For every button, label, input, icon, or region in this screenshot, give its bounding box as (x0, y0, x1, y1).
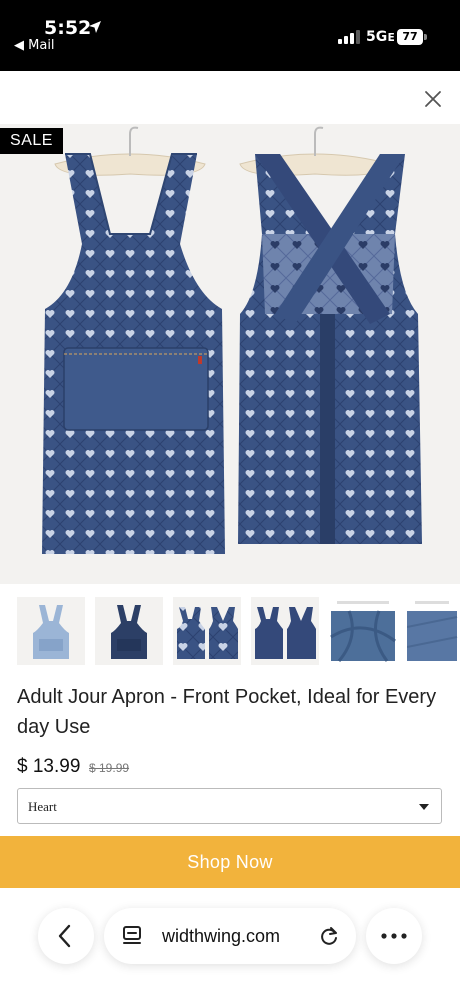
more-options-button[interactable] (366, 908, 422, 964)
reload-icon[interactable] (318, 925, 340, 947)
close-icon[interactable] (422, 88, 444, 110)
sale-badge: SALE (0, 128, 63, 154)
thumbnail-6[interactable] (407, 597, 460, 665)
product-title: Adult Jour Apron - Front Pocket, Ideal f… (17, 686, 437, 738)
location-arrow-icon (89, 21, 101, 33)
chevron-left-icon (58, 924, 71, 948)
battery-tip (424, 34, 427, 40)
thumbnail-1[interactable] (17, 597, 85, 665)
address-bar[interactable]: widthwing.com (104, 908, 356, 964)
clock-time: 5:52 (44, 17, 92, 39)
variant-dropdown[interactable]: Heart (17, 788, 442, 824)
battery-icon: 77 (397, 29, 423, 45)
variant-selected-value: Heart (28, 799, 57, 814)
browser-toolbar: widthwing.com (0, 888, 460, 1000)
shop-now-button[interactable]: Shop Now (0, 836, 460, 888)
thumbnail-strip (17, 597, 460, 665)
product-main-image[interactable] (0, 124, 460, 584)
thumbnail-4[interactable] (251, 597, 319, 665)
more-dots-icon (381, 933, 407, 939)
product-price: $ 13.99 (17, 756, 81, 777)
battery-level: 77 (402, 30, 418, 43)
thumbnail-3[interactable] (173, 597, 241, 665)
original-price: $ 19.99 (89, 761, 130, 775)
thumbnail-5[interactable] (329, 597, 397, 665)
network-type: 5Gᴇ (366, 29, 396, 45)
chevron-down-icon (419, 804, 429, 810)
cellular-signal-icon (338, 30, 360, 44)
thumbnail-2[interactable] (95, 597, 163, 665)
back-button[interactable] (38, 908, 94, 964)
url-text[interactable]: widthwing.com (162, 926, 280, 947)
status-bar: 5:52 ◀ Mail 5Gᴇ 77 (0, 0, 460, 71)
page-menu-icon[interactable] (122, 925, 142, 947)
back-to-mail-link[interactable]: ◀ Mail (14, 38, 55, 53)
